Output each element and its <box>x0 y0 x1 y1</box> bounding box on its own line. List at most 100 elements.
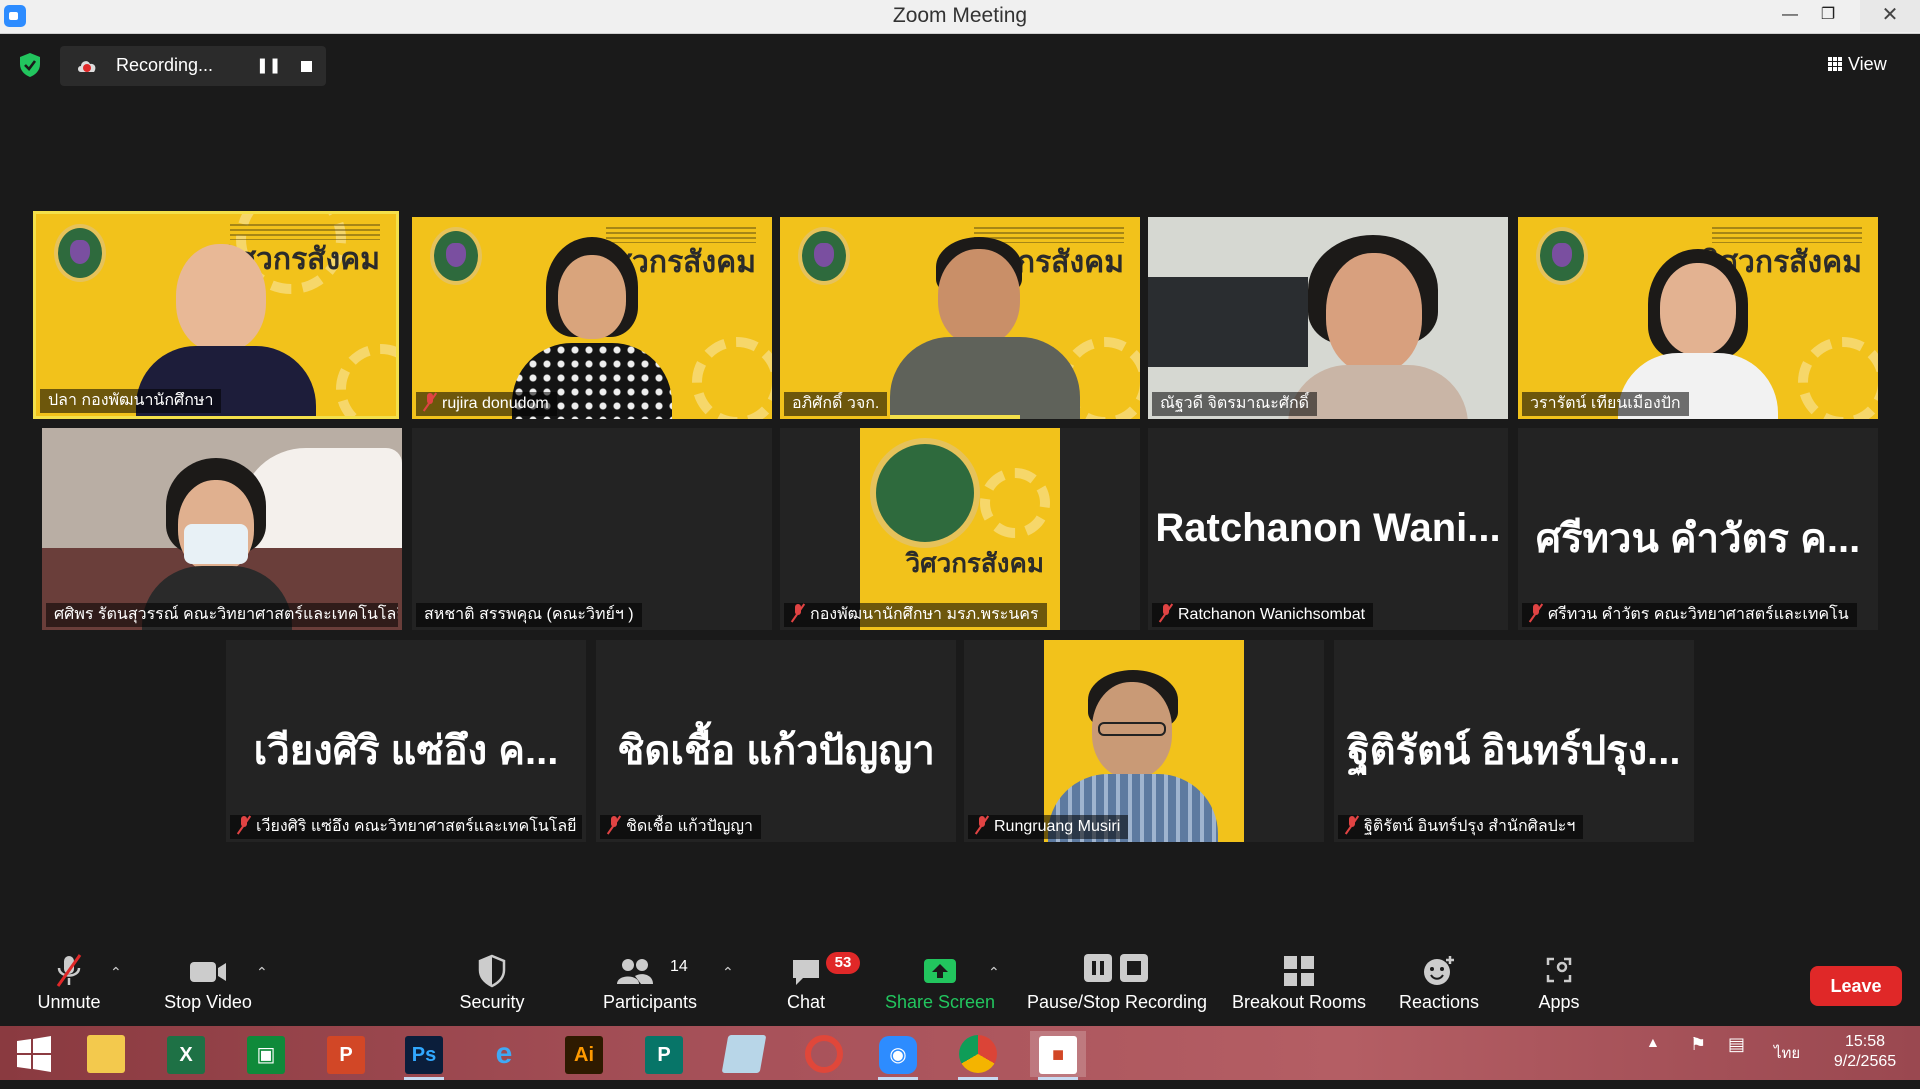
stop-video-label: Stop Video <box>164 992 252 1012</box>
folder-icon <box>87 1035 125 1073</box>
stop-recording-button[interactable] <box>296 56 316 76</box>
security-button[interactable]: Security <box>452 950 532 1024</box>
zoom-icon: ◉ <box>879 1036 917 1074</box>
video-tile-8[interactable]: วิศวกรสังคม กองพัฒนานักศึกษา มรภ.พระนคร <box>780 428 1140 630</box>
participant-name: กองพัฒนานักศึกษา มรภ.พระนคร <box>784 603 1047 627</box>
speaking-indicator <box>890 415 1020 419</box>
apps-button[interactable]: Apps <box>1532 950 1586 1024</box>
participant-display-name: ชิดเชื้อ แก้วปัญญา <box>617 729 935 773</box>
muted-mic-icon <box>1530 604 1542 622</box>
store-taskbar[interactable]: ▣ <box>238 1031 294 1077</box>
tray-overflow-icon[interactable]: ▲ <box>1646 1034 1660 1050</box>
chat-label: Chat <box>786 992 826 1012</box>
chat-unread-badge: 53 <box>826 952 860 974</box>
windows-logo-icon <box>17 1036 51 1072</box>
participants-label: Participants <box>602 992 698 1012</box>
chrome-taskbar[interactable] <box>950 1031 1006 1080</box>
participant-name: Ratchanon Wanichsombat <box>1152 603 1374 627</box>
clock-time: 15:58 <box>1844 1033 1886 1050</box>
slideshow-icon: ■ <box>1039 1036 1077 1074</box>
breakout-rooms-icon <box>1284 956 1314 986</box>
muted-mic-icon <box>792 604 804 622</box>
clock-date: 9/2/2565 <box>1833 1053 1897 1070</box>
video-tile-10[interactable]: ศรีทวน คำวัตร ค... ศรีทวน คำวัตร คณะวิทย… <box>1518 428 1878 630</box>
taskbar-clock[interactable]: 15:58 9/2/2565 <box>1820 1032 1910 1072</box>
participants-options-caret[interactable]: ⌃ <box>722 964 734 981</box>
breakout-rooms-button[interactable]: Breakout Rooms <box>1228 950 1370 1024</box>
window-titlebar: Zoom Meeting — ❐ ✕ <box>0 0 1920 34</box>
reactions-button[interactable]: Reactions <box>1396 950 1482 1024</box>
muted-mic-icon <box>424 393 436 411</box>
pause-recording-button[interactable]: ❚❚ <box>256 56 281 76</box>
video-tile-1[interactable]: วิศวกรสังคม ปลา กองพัฒนานักศึกษา <box>33 211 399 419</box>
video-tile-6[interactable]: ศศิพร รัตนสุวรรณ์ คณะวิทยาศาสตร์และเทคโน… <box>42 428 402 630</box>
publisher-taskbar[interactable]: P <box>636 1031 692 1077</box>
language-indicator[interactable]: ไทย <box>1774 1041 1800 1065</box>
video-options-caret[interactable]: ⌃ <box>256 964 268 981</box>
reactions-smiley-icon <box>1424 956 1454 985</box>
stop-video-button[interactable]: Stop Video <box>158 950 258 1024</box>
share-screen-button[interactable]: Share Screen <box>880 950 1000 1024</box>
action-center-flag-icon[interactable]: ⚑ <box>1690 1034 1706 1055</box>
cloud-recording-icon <box>78 61 96 72</box>
video-tile-11[interactable]: เวียงศิริ แซ่อึง ค... เวียงศิริ แซ่อึง ค… <box>226 640 586 842</box>
security-label: Security <box>459 992 525 1012</box>
video-tile-7[interactable]: สหชาติ สรรพคุณ (คณะวิทย์ฯ ) <box>412 428 772 630</box>
participant-display-name: ศรีทวน คำวัตร ค... <box>1535 517 1861 561</box>
video-tile-13[interactable]: Rungruang Musiri <box>964 640 1324 842</box>
video-tile-4[interactable]: ณัฐวดี จิตรมาณะศักดิ์ <box>1148 217 1508 419</box>
video-tile-14[interactable]: ฐิติรัตน์ อินทร์ปรุง... ฐิติรัตน์ อินทร์… <box>1334 640 1694 842</box>
participant-video <box>1044 640 1244 842</box>
pause-stop-recording-button[interactable]: Pause/Stop Recording <box>1022 950 1212 1024</box>
muted-microphone-icon <box>56 954 82 987</box>
powerpoint-taskbar[interactable]: P <box>318 1031 374 1077</box>
grid-view-icon <box>1828 57 1842 71</box>
apps-label: Apps <box>1538 992 1580 1012</box>
university-seal-icon <box>870 438 980 548</box>
illustrator-taskbar[interactable]: Ai <box>556 1031 612 1077</box>
participants-button[interactable]: 14 Participants <box>598 950 702 1024</box>
photoshop-icon: Ps <box>405 1036 443 1074</box>
start-button[interactable] <box>6 1031 62 1077</box>
video-tile-2[interactable]: วิศวกรสังคม rujira donudom <box>412 217 772 419</box>
video-tile-9[interactable]: Ratchanon Wani... Ratchanon Wanichsombat <box>1148 428 1508 630</box>
chat-button[interactable]: 53 Chat <box>776 950 860 1024</box>
video-tile-3[interactable]: วิศวกรสังคม อภิศักดิ์ วจก. <box>780 217 1140 419</box>
unmute-button[interactable]: Unmute <box>28 950 110 1024</box>
store-bag-icon: ▣ <box>247 1036 285 1074</box>
muted-mic-icon <box>1160 604 1172 622</box>
zoom-taskbar[interactable]: ◉ <box>870 1031 926 1080</box>
participant-display-name: เวียงศิริ แซ่อึง ค... <box>253 729 559 773</box>
apps-icon <box>1546 957 1572 983</box>
participant-name: เวียงศิริ แซ่อึง คณะวิทยาศาสตร์และเทคโนโ… <box>230 815 582 839</box>
participant-name: ศรีทวน คำวัตร คณะวิทยาศาสตร์และเทคโน <box>1522 603 1857 627</box>
participant-name: ศศิพร รัตนสุวรรณ์ คณะวิทยาศาสตร์และเทคโน… <box>46 603 398 627</box>
internet-explorer-taskbar[interactable]: e <box>476 1031 532 1077</box>
office-background <box>1148 277 1308 367</box>
video-tile-12[interactable]: ชิดเชื้อ แก้วปัญญา ชิดเชื้อ แก้วปัญญา <box>596 640 956 842</box>
encryption-shield-icon[interactable] <box>18 52 42 78</box>
file-explorer-taskbar[interactable] <box>78 1031 134 1077</box>
powerpoint-viewer-taskbar[interactable]: ■ <box>1030 1031 1086 1080</box>
network-icon[interactable]: ▤ <box>1728 1034 1745 1055</box>
audio-options-caret[interactable]: ⌃ <box>110 964 122 981</box>
excel-taskbar[interactable]: X <box>158 1031 214 1077</box>
notepad-icon <box>721 1035 767 1073</box>
participant-video: วิศวกรสังคม <box>860 428 1060 630</box>
leave-button[interactable]: Leave <box>1810 966 1902 1006</box>
video-tile-5[interactable]: วิศวกรสังคม วรารัตน์ เทียนเมืองปัก <box>1518 217 1878 419</box>
participant-name: ชิดเชื้อ แก้วปัญญา <box>600 815 762 839</box>
notes-taskbar[interactable] <box>716 1031 772 1077</box>
share-screen-label: Share Screen <box>884 992 996 1012</box>
view-button[interactable]: View <box>1828 48 1908 80</box>
photoshop-taskbar[interactable]: Ps <box>396 1031 452 1080</box>
participants-icon <box>617 959 653 984</box>
excel-icon: X <box>167 1036 205 1074</box>
participant-name: สหชาติ สรรพคุณ (คณะวิทย์ฯ ) <box>416 603 642 627</box>
photoscape-taskbar[interactable] <box>796 1031 852 1077</box>
share-options-caret[interactable]: ⌃ <box>988 964 1000 981</box>
restore-button[interactable]: ❐ <box>1806 0 1850 32</box>
video-camera-icon <box>190 962 226 982</box>
close-button[interactable]: ✕ <box>1860 0 1920 32</box>
illustrator-icon: Ai <box>565 1036 603 1074</box>
